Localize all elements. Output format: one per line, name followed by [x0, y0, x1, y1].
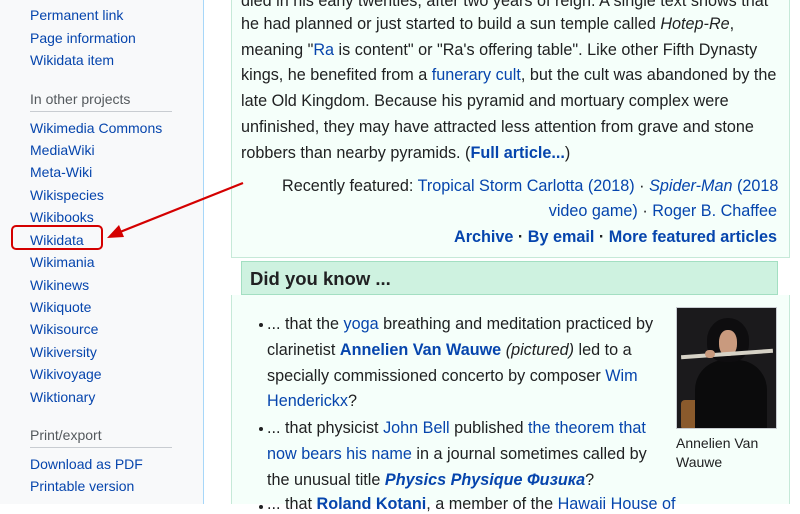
arrow-head-icon — [107, 225, 124, 238]
bullet — [259, 505, 263, 509]
annotation-arrow — [107, 181, 244, 238]
arrow-shaft — [119, 181, 244, 234]
